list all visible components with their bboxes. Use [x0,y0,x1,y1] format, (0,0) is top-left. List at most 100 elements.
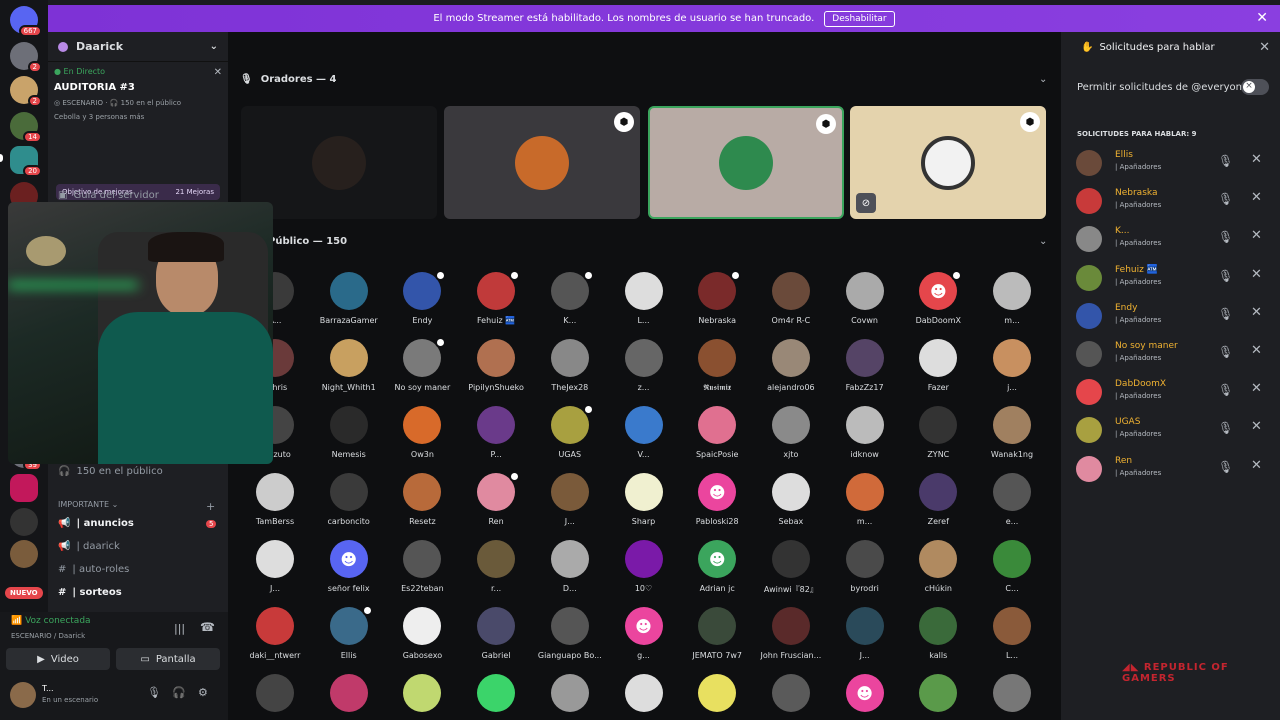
decline-icon[interactable]: ✕ [1251,419,1262,434]
audience-member[interactable]: John Fruscian... [757,607,825,660]
audience-member[interactable]: ☻ señor felix [315,540,383,593]
audience-member[interactable]: Es22teban [388,540,456,593]
audience-member[interactable]: 10♡ [610,540,678,593]
invite-to-speak-icon[interactable]: 🎙 [1218,154,1233,168]
audience-member[interactable]: Covwn [831,272,899,325]
headphones-icon[interactable]: 🎧 [172,686,186,699]
audience-member[interactable]: e... [978,473,1046,526]
audience-member[interactable]: P... [462,406,530,459]
audience-member[interactable]: Gabriel [462,607,530,660]
avatar[interactable] [10,682,36,708]
audience-member[interactable] [757,674,825,718]
audience-member[interactable]: daki__ntwerr [241,607,309,660]
audience-member[interactable]: carboncito [315,473,383,526]
audience-member[interactable]: L... [610,272,678,325]
audience-member[interactable]: Fehuiz 🏧 [462,270,530,325]
audience-member[interactable]: Nemesis [315,406,383,459]
server-icon[interactable]: 2 [10,76,42,107]
audience-member[interactable] [388,674,456,718]
audience-member[interactable] [315,674,383,718]
audience-member[interactable]: ☻ DabDoomX [904,270,972,325]
request-row[interactable]: Fehuiz 🏧 | Apañadores 🎙 ✕ [1076,263,1271,295]
video-button[interactable]: ▶ Video [6,648,110,670]
audience-member[interactable]: Endy [388,270,456,325]
invite-to-speak-icon[interactable]: 🎙 [1218,345,1233,359]
audience-member[interactable]: cHúkin [904,540,972,593]
server-icon[interactable] [10,474,38,502]
server-icon[interactable] [10,540,38,568]
invite-to-speak-icon[interactable]: 🎙 [1218,230,1233,244]
invite-to-speak-icon[interactable]: 🎙 [1218,421,1233,435]
invite-to-speak-icon[interactable]: 🎙 [1218,192,1233,206]
audience-member[interactable]: No soy maner [388,337,456,392]
invite-to-speak-icon[interactable]: 🎙 [1218,383,1233,397]
noise-icon[interactable]: ||| [174,622,185,635]
audience-member[interactable] [536,674,604,718]
decline-icon[interactable]: ✕ [1251,343,1262,358]
audience-member[interactable]: Zeref [904,473,972,526]
audience-member[interactable]: ☻ g... [610,607,678,660]
audience-member[interactable]: r... [462,540,530,593]
close-icon[interactable]: ✕ [1256,10,1268,26]
decline-icon[interactable]: ✕ [1251,228,1262,243]
permit-toggle[interactable] [1241,79,1269,95]
audience-member[interactable]: Gabosexo [388,607,456,660]
audience-member[interactable]: K... [536,270,604,325]
decline-icon[interactable]: ✕ [1251,381,1262,396]
audience-member[interactable]: Om4r R-C [757,272,825,325]
audience-member[interactable]: Ren [462,471,530,526]
audience-member[interactable]: idknow [831,406,899,459]
audience-member[interactable]: TheJex28 [536,339,604,392]
audience-member[interactable]: Fazer [904,339,972,392]
audience-member[interactable]: L... [978,607,1046,660]
decline-icon[interactable]: ✕ [1251,190,1262,205]
audience-member[interactable] [462,674,530,718]
audience-member[interactable] [683,674,751,718]
request-row[interactable]: No soy maner | Apañadores 🎙 ✕ [1076,339,1271,371]
audience-member[interactable]: Ow3n [388,406,456,459]
speaker-tile[interactable] [241,106,437,219]
audience-member[interactable]: PipilynShueko [462,339,530,392]
chevron-down-icon[interactable]: ⌄ [1039,74,1047,85]
decline-icon[interactable]: ✕ [1251,458,1262,473]
audience-member[interactable]: SpaicPosie [683,406,751,459]
disconnect-icon[interactable]: ☎ [200,620,215,634]
audience-member[interactable]: Ellis [315,605,383,660]
speaker-tile[interactable]: ⬢ ⊘ [850,106,1046,219]
add-channel-icon[interactable]: + [206,500,215,513]
invite-to-speak-icon[interactable]: 🎙 [1218,307,1233,321]
channel-anuncios[interactable]: 📢 | anuncios [58,518,134,529]
request-row[interactable]: Ren | Apañadores 🎙 ✕ [1076,454,1271,486]
decline-icon[interactable]: ✕ [1251,152,1262,167]
request-row[interactable]: Endy | Apañadores 🎙 ✕ [1076,301,1271,333]
audience-member[interactable]: ZYNC [904,406,972,459]
audience-member[interactable]: z... [610,339,678,392]
audience-member[interactable]: ☻ [831,674,899,718]
audience-member[interactable]: Sebax [757,473,825,526]
audience-member[interactable]: Nebraska [683,270,751,325]
audience-member[interactable]: xjto [757,406,825,459]
server-icon[interactable] [10,508,38,536]
audience-member[interactable] [241,674,309,718]
audience-member[interactable]: kalls [904,607,972,660]
live-event-card[interactable]: ● En Directo ✕ AUDITORIA #3 ◎ ESCENARIO ·… [54,67,222,167]
audience-member[interactable]: Awinwi『82』 [757,540,825,595]
disable-button[interactable]: Deshabilitar [824,10,895,27]
audience-member[interactable]: m... [831,473,899,526]
decline-icon[interactable]: ✕ [1251,267,1262,282]
microphone-icon[interactable]: 🎙 [147,686,161,699]
invite-to-speak-icon[interactable]: 🎙 [1218,269,1233,283]
audience-member[interactable]: JEMATO 7w7 [683,607,751,660]
request-row[interactable]: K... | Apañadores 🎙 ✕ [1076,224,1271,256]
request-row[interactable]: Nebraska | Apañadores 🎙 ✕ [1076,186,1271,218]
speaker-tile[interactable]: ⬢ [444,106,640,219]
channel-daarick[interactable]: 📢 | daarick [58,541,120,552]
settings-icon[interactable]: ⚙ [198,686,208,699]
audience-member[interactable]: UGAS [536,404,604,459]
audience-member[interactable]: 𝕽𝖚𝖘𝖎𝖒𝖎𝖝 [683,339,751,393]
decline-icon[interactable]: ✕ [1251,305,1262,320]
audience-member[interactable] [610,674,678,718]
request-row[interactable]: UGAS | Apañadores 🎙 ✕ [1076,415,1271,447]
voice-channel[interactable]: ESCENARIO / Daarick [11,632,85,640]
audience-member[interactable]: Resetz [388,473,456,526]
